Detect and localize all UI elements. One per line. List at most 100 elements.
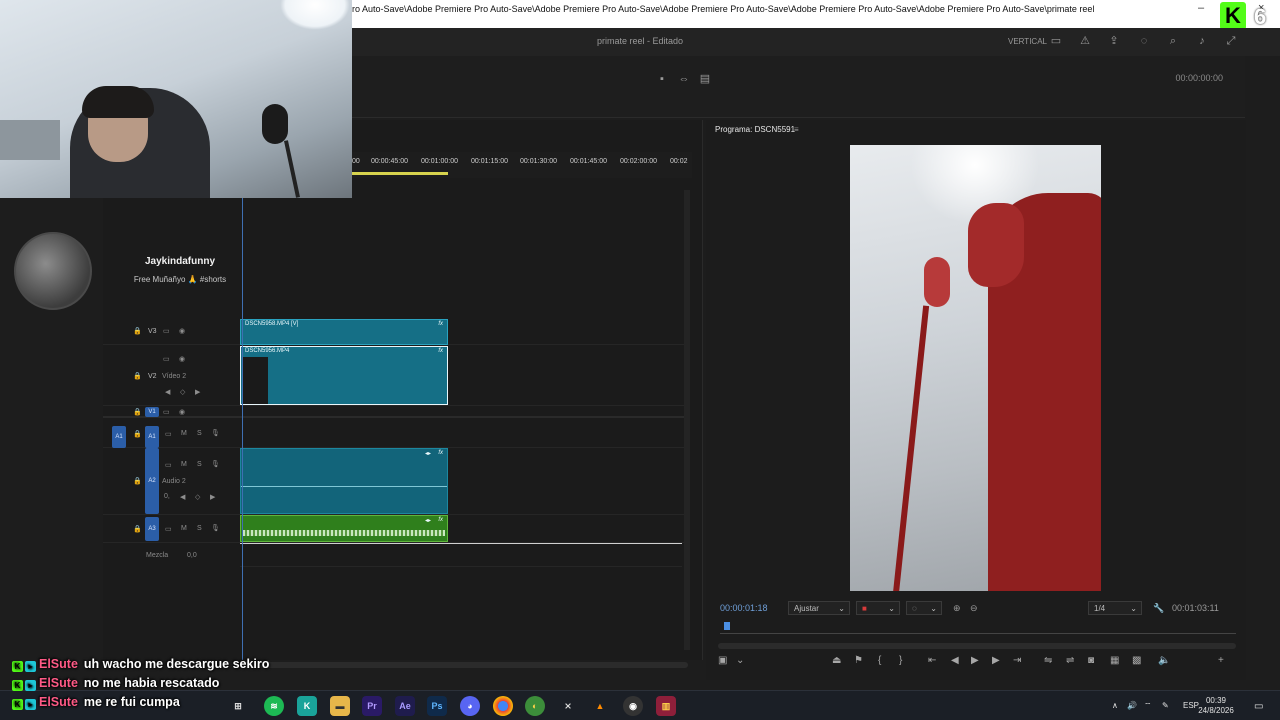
network-icon[interactable]: ⌔ (1144, 701, 1152, 711)
step-forward-icon[interactable]: ▶ (992, 655, 1000, 666)
zoom-in-icon[interactable]: ⊕ (953, 603, 961, 614)
speaker-icon[interactable]: 🔊 (1127, 701, 1137, 710)
volume-rubberband[interactable] (241, 486, 447, 487)
mute-button[interactable]: M (181, 525, 187, 532)
sync-lock-icon[interactable]: ▭ (165, 525, 172, 533)
track-label-a2[interactable]: A2 (145, 448, 159, 514)
volume-icon[interactable]: ♪ (1195, 34, 1209, 48)
timeline-vertical-scrollbar[interactable] (684, 190, 690, 650)
eye-icon[interactable]: ◉ (179, 327, 185, 335)
timeline-ruler[interactable]: 00 00:00:45:00 00:01:00:00 00:01:15:00 0… (352, 152, 692, 178)
next-keyframe-icon[interactable]: ▶ (210, 493, 215, 501)
track-label-v1[interactable]: V1 (145, 407, 159, 417)
camera-icon[interactable]: ◙ (1088, 655, 1094, 666)
eye-icon[interactable]: ◉ (179, 355, 185, 363)
alert-icon[interactable]: ⚠ (1078, 34, 1092, 48)
app-icon[interactable]: ◐ (525, 696, 545, 716)
clip-v2[interactable]: DSCN5956.MP4 fx (240, 346, 448, 405)
monitor-scrubber[interactable] (720, 622, 1236, 634)
pen-icon[interactable]: ✎ (1162, 701, 1169, 710)
sync-lock-icon[interactable]: ▭ (165, 461, 172, 469)
workspace-label[interactable]: VERTICAL (1008, 37, 1047, 46)
next-keyframe-icon[interactable]: ▶ (195, 388, 200, 396)
export-frame-icon[interactable]: ▤ (698, 72, 712, 86)
zoom-out-icon[interactable]: ⊖ (970, 603, 978, 614)
clock[interactable]: 00:39 24/8/2026 (1196, 696, 1236, 716)
premiere-icon[interactable]: Pr (362, 696, 382, 716)
work-area-bar[interactable] (352, 172, 448, 175)
mark-out-icon[interactable]: } (899, 655, 902, 666)
track-a1[interactable]: A1 🔒 A1 ▭ M S 🎙 (103, 420, 688, 448)
fit-select[interactable]: Ajustar ⌄ (788, 601, 850, 615)
play-button-icon[interactable]: ▶ (971, 655, 979, 666)
overwrite-icon[interactable]: ⇌ (1066, 655, 1074, 666)
solo-button[interactable]: S (197, 525, 202, 532)
track-label-a1[interactable]: A1 (145, 426, 159, 448)
resolution-select[interactable]: 1/4 ⌄ (1088, 601, 1142, 615)
step-back-icon[interactable]: ◀ (951, 655, 959, 666)
program-monitor-title[interactable]: Programa: DSCN5591 (715, 125, 795, 134)
clip-v3[interactable]: DSCN5958.MP4 [V] fx (240, 319, 448, 345)
chrome-icon[interactable] (493, 696, 513, 716)
go-to-out-icon[interactable]: ⇥ (1013, 655, 1021, 666)
mic-icon[interactable]: 🎙 (211, 429, 220, 437)
track-label-a3[interactable]: A3 (145, 517, 159, 541)
tray-overflow-icon[interactable]: ∧ (1112, 701, 1118, 710)
sync-lock-icon[interactable]: ▭ (163, 327, 170, 335)
audio-icon[interactable]: 🔈 (1158, 655, 1170, 666)
track-level-a2[interactable]: 0, (164, 493, 170, 500)
minimize-button[interactable]: – (1198, 2, 1204, 14)
sync-lock-icon[interactable]: ▭ (163, 355, 170, 363)
mark-in-icon[interactable]: { (878, 655, 881, 666)
current-timecode[interactable]: 00:00:01:18 (720, 603, 768, 613)
lift-icon[interactable]: ⏏ (832, 655, 841, 666)
multicam-icon[interactable]: ▩ (1132, 655, 1141, 666)
add-keyframe-icon[interactable]: ◇ (195, 493, 200, 501)
discord-icon[interactable]: ◕ (460, 696, 480, 716)
add-keyframe-icon[interactable]: ◇ (180, 388, 185, 396)
clip-a2[interactable]: fx ◂▸ (240, 448, 448, 514)
mic-icon[interactable]: 🎙 (211, 524, 220, 532)
monitor-playhead[interactable] (724, 622, 730, 630)
fullscreen-icon[interactable]: ⤢ (1224, 34, 1238, 48)
lock-icon[interactable]: 🔒 (133, 372, 142, 380)
sync-icon[interactable]: ◌ (1137, 34, 1151, 48)
vlc-icon[interactable]: ▲ (590, 696, 610, 716)
mute-button[interactable]: M (181, 461, 187, 468)
track-v1[interactable]: 🔒 V1 ▭ ◉ (103, 406, 688, 418)
prev-keyframe-icon[interactable]: ◀ (165, 388, 170, 396)
wrench-icon[interactable]: 🔧 (1153, 603, 1164, 614)
notification-icon[interactable]: ▭ (1254, 701, 1263, 712)
capcut-icon[interactable]: ⨯ (558, 696, 578, 716)
split-icon[interactable]: ⇔ (677, 72, 691, 86)
panel-menu-icon[interactable]: ≡ (794, 125, 799, 134)
monitor-zoom-scrollbar[interactable] (718, 643, 1236, 649)
marker-icon[interactable]: ▪ (655, 72, 669, 86)
add-marker-icon[interactable]: ⚑ (854, 655, 863, 666)
obs-icon[interactable]: ◉ (623, 696, 643, 716)
source-patch-a1[interactable]: A1 (112, 426, 126, 448)
safe-margin-select[interactable]: ■ ⌄ (856, 601, 900, 615)
solo-button[interactable]: S (197, 461, 202, 468)
insert-icon[interactable]: ⇋ (1044, 655, 1052, 666)
comment-select[interactable]: ◌ ⌄ (906, 601, 942, 615)
comparison-icon[interactable]: ▦ (1110, 655, 1119, 666)
sync-lock-icon[interactable]: ▭ (165, 430, 172, 438)
after-effects-icon[interactable]: Ae (395, 696, 415, 716)
lock-icon[interactable]: 🔒 (133, 477, 142, 485)
sync-lock-icon[interactable]: ▭ (163, 408, 170, 416)
add-button-icon[interactable]: + (1218, 655, 1224, 666)
mute-button[interactable]: M (181, 430, 187, 437)
share-icon[interactable]: ⇪ (1107, 34, 1121, 48)
search-icon[interactable]: ⌕ (1166, 34, 1180, 48)
chevron-down-icon[interactable]: ⌄ (736, 655, 744, 666)
prev-keyframe-icon[interactable]: ◀ (180, 493, 185, 501)
winrar-icon[interactable]: ▥ (656, 696, 676, 716)
lock-icon[interactable]: 🔒 (133, 525, 142, 533)
lock-icon[interactable]: 🔒 (133, 408, 142, 416)
photoshop-icon[interactable]: Ps (427, 696, 447, 716)
mix-value[interactable]: 0,0 (187, 552, 197, 559)
go-to-in-icon[interactable]: ⇤ (928, 655, 936, 666)
mic-icon[interactable]: 🎙 (211, 460, 220, 468)
clip-a3[interactable]: fx ◂▸ (240, 515, 448, 542)
